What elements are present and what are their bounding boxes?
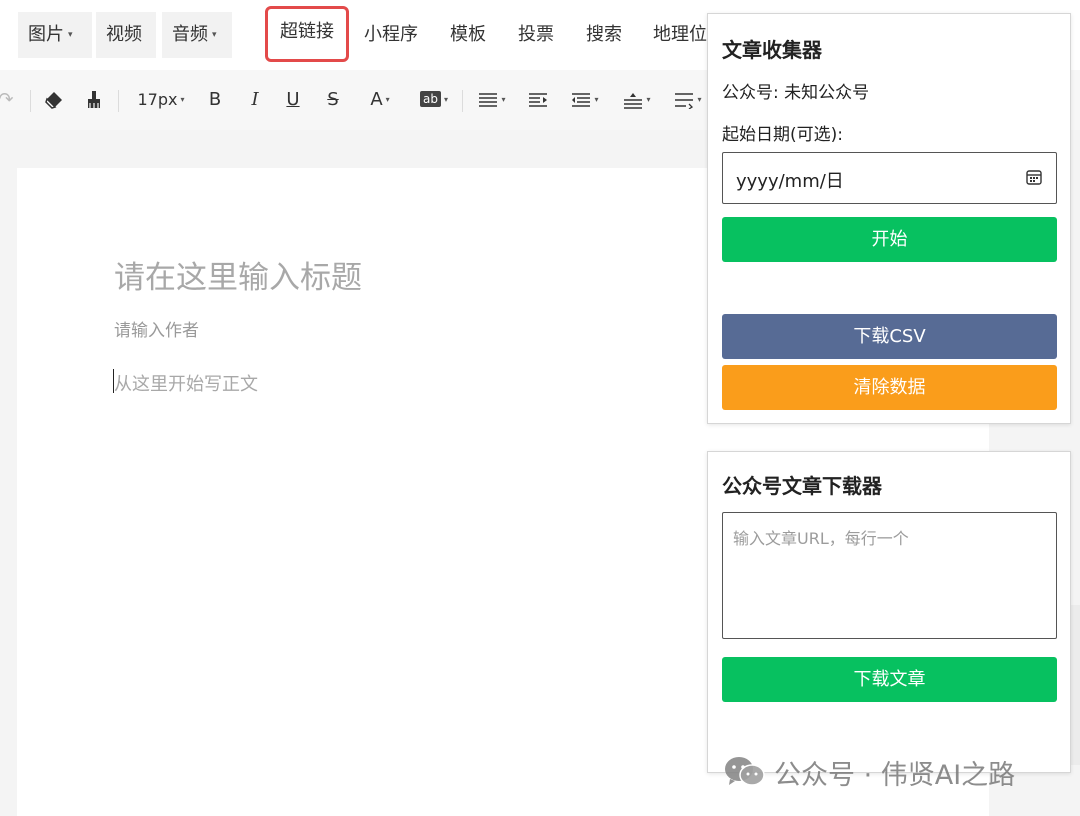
body-input[interactable]: 从这里开始写正文: [114, 370, 258, 396]
wechat-icon: [725, 757, 765, 786]
redo-icon[interactable]: ↷: [0, 86, 16, 114]
toolbar-divider: [118, 90, 119, 112]
article-collector-panel: 文章收集器 公众号: 未知公众号 起始日期(可选): yyyy/mm/日 开始 …: [707, 13, 1071, 424]
align-button[interactable]: ▾: [472, 86, 512, 114]
download-csv-button[interactable]: 下载CSV: [722, 314, 1057, 359]
date-value: yyyy/mm/日: [736, 171, 844, 192]
chevron-down-icon: ▾: [697, 95, 702, 104]
indent-button[interactable]: [526, 86, 550, 114]
start-date-input[interactable]: yyyy/mm/日: [722, 152, 1057, 204]
account-label: 公众号: 未知公众号: [722, 83, 870, 103]
chevron-down-icon: ▾: [646, 95, 651, 104]
menu-vote-label: 投票: [518, 24, 554, 45]
start-date-label: 起始日期(可选):: [722, 125, 843, 145]
line-height-button[interactable]: ▾: [565, 86, 605, 114]
menu-image-label: 图片: [28, 24, 64, 45]
chevron-down-icon: ▾: [443, 95, 448, 104]
chevron-down-icon: ▾: [68, 30, 73, 40]
title-input[interactable]: 请在这里输入标题: [114, 252, 362, 297]
url-textarea[interactable]: [722, 512, 1057, 639]
strikethrough-button[interactable]: S: [323, 86, 343, 114]
underline-button[interactable]: U: [283, 86, 303, 114]
menu-hyperlink-label: 超链接: [280, 21, 334, 42]
watermark: 公众号 · 伟贤AI之路: [724, 750, 1015, 794]
align-justify-icon: [479, 93, 498, 107]
downloader-title: 公众号文章下载器: [722, 474, 882, 498]
menu-vote[interactable]: 投票: [508, 12, 564, 58]
background-color-label: ab: [420, 91, 441, 107]
menu-audio-label: 音频: [172, 24, 208, 45]
chevron-down-icon: ▾: [501, 95, 506, 104]
menu-miniprogram-label: 小程序: [364, 24, 418, 45]
chevron-down-icon: ▾: [212, 30, 217, 40]
menu-location-label: 地理位: [653, 24, 707, 45]
paragraph-spacing-icon: [624, 93, 643, 109]
bold-button[interactable]: B: [205, 86, 225, 114]
indent-icon: [529, 93, 547, 107]
eraser-icon[interactable]: [42, 86, 66, 114]
toolbar-divider: [30, 90, 31, 112]
chevron-down-icon: ▾: [180, 95, 185, 104]
paragraph-spacing-button[interactable]: ▾: [617, 86, 657, 114]
background-color-button[interactable]: ab ▾: [413, 86, 455, 114]
chevron-down-icon: ▾: [594, 95, 599, 104]
menu-image[interactable]: 图片 ▾: [18, 12, 92, 58]
menu-search-label: 搜索: [586, 24, 622, 45]
format-painter-icon[interactable]: [83, 86, 105, 114]
scrollbar-track[interactable]: [1070, 605, 1080, 765]
start-button[interactable]: 开始: [722, 217, 1057, 262]
author-input[interactable]: 请输入作者: [114, 316, 199, 341]
font-color-label: A: [370, 89, 383, 110]
menu-miniprogram[interactable]: 小程序: [354, 12, 428, 58]
font-color-button[interactable]: A ▾: [360, 86, 400, 114]
calendar-icon[interactable]: [1026, 169, 1042, 185]
chevron-down-icon: ▾: [385, 95, 390, 104]
download-articles-button[interactable]: 下载文章: [722, 657, 1057, 702]
menu-template[interactable]: 模板: [440, 12, 496, 58]
collector-title: 文章收集器: [722, 38, 822, 62]
menu-audio[interactable]: 音频 ▾: [162, 12, 232, 58]
italic-button[interactable]: I: [245, 86, 265, 114]
toolbar-divider: [462, 90, 463, 112]
watermark-text: 公众号 · 伟贤AI之路: [774, 759, 1016, 791]
menu-video-label: 视频: [106, 24, 142, 45]
more-spacing-button[interactable]: ▾: [670, 86, 706, 114]
menu-search[interactable]: 搜索: [576, 12, 632, 58]
clear-data-button[interactable]: 清除数据: [722, 365, 1057, 410]
font-size-select[interactable]: 17px ▾: [130, 86, 192, 114]
menu-template-label: 模板: [450, 24, 486, 45]
menu-video[interactable]: 视频: [96, 12, 156, 58]
menu-hyperlink[interactable]: 超链接: [265, 6, 349, 62]
line-spacing-icon: [572, 93, 591, 107]
paragraph-indent-icon: [675, 93, 694, 110]
font-size-value: 17px: [137, 90, 178, 109]
menu-location[interactable]: 地理位: [643, 12, 717, 58]
article-downloader-panel: 公众号文章下载器 下载文章: [707, 451, 1071, 773]
